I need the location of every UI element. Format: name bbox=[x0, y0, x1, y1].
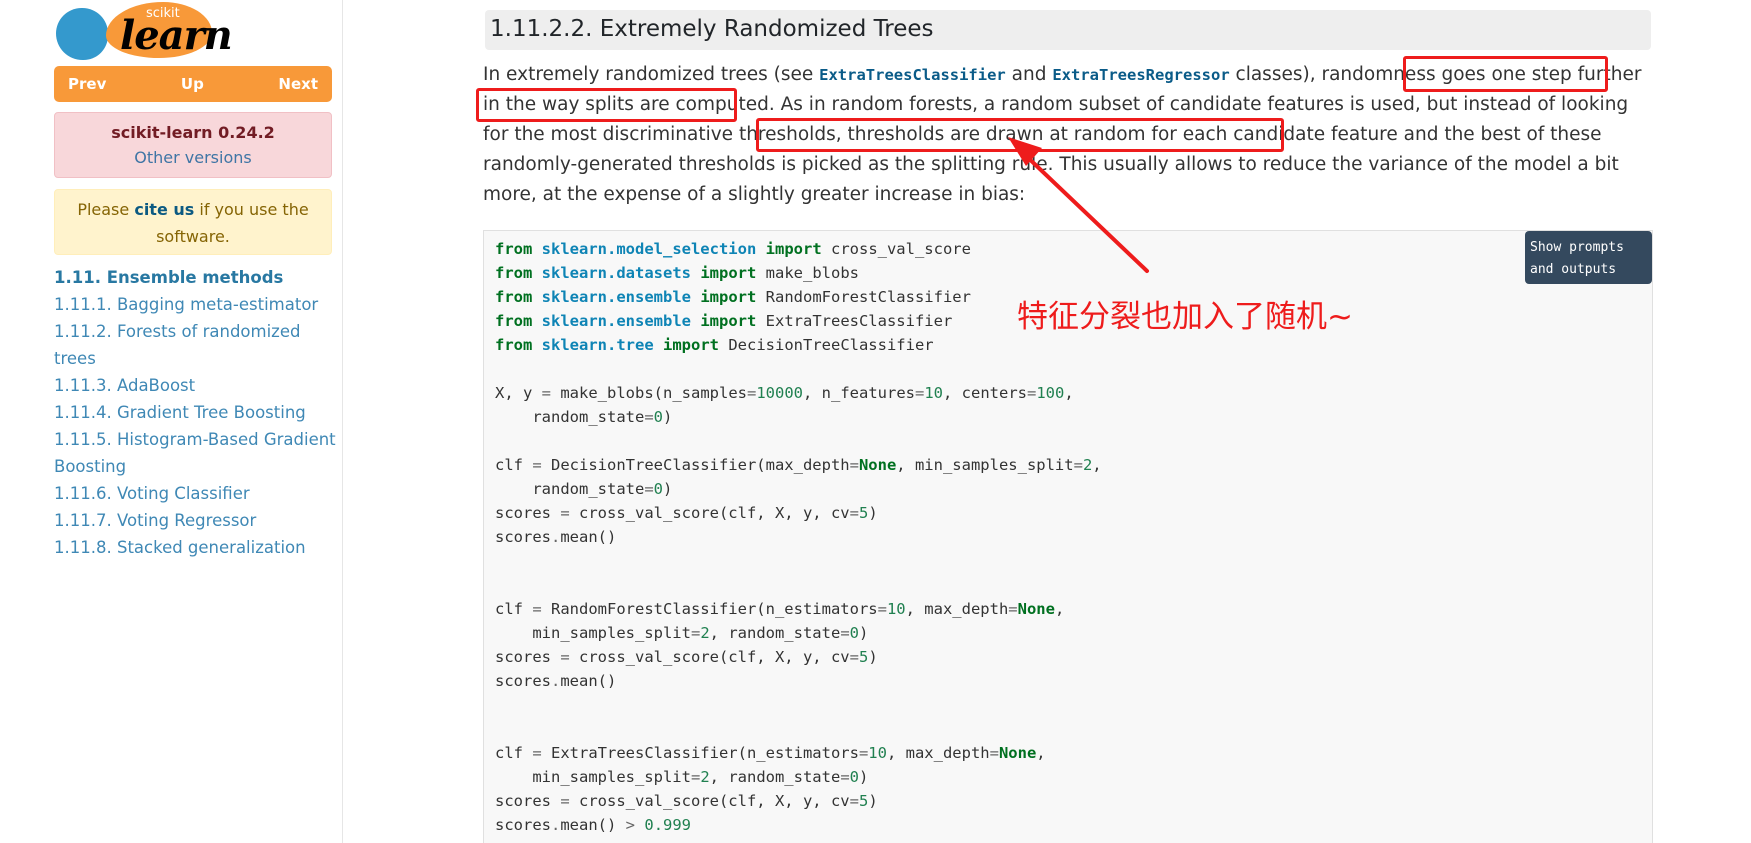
annotation-text: 特征分裂也加入了随机~ bbox=[1017, 299, 1353, 335]
annotation-arrow bbox=[1008, 137, 1149, 273]
